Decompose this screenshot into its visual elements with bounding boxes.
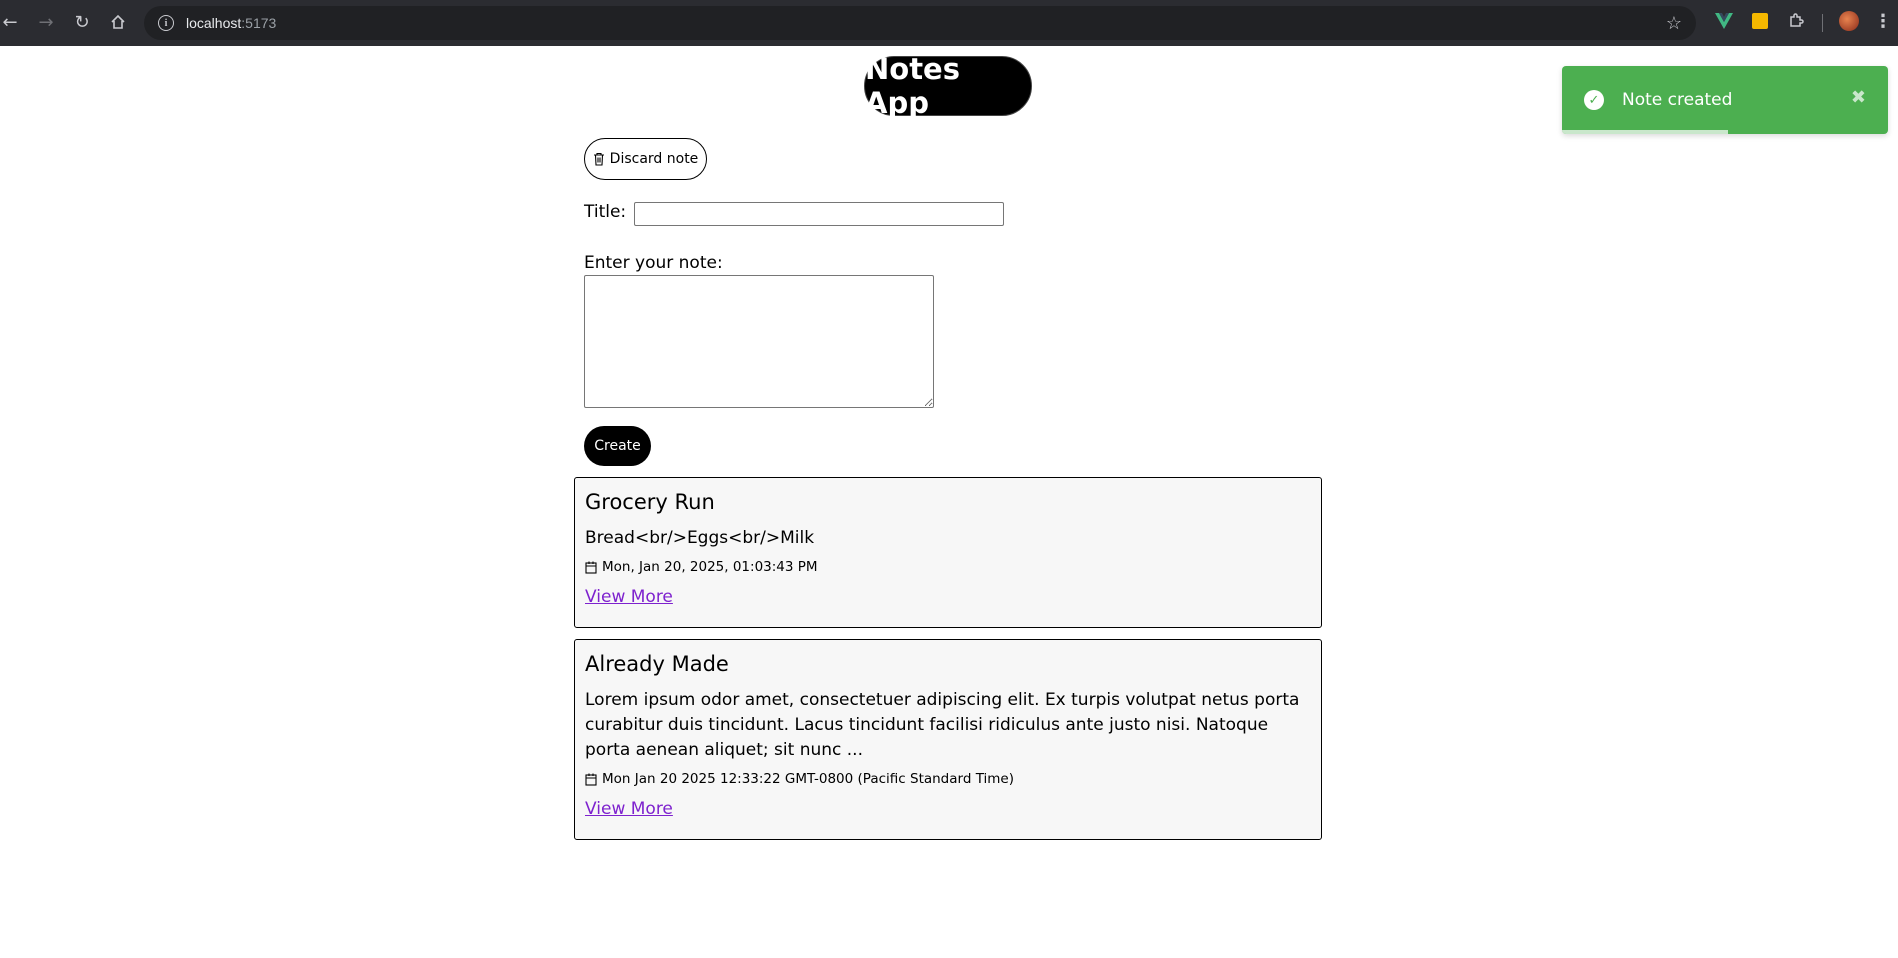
more-menu-icon[interactable]: ⋮	[1872, 10, 1894, 32]
back-icon[interactable]: ←	[0, 4, 28, 40]
note-date: Mon Jan 20 2025 12:33:22 GMT-0800 (Pacif…	[585, 771, 1311, 787]
page-title: Notes App	[864, 52, 1032, 120]
title-input[interactable]	[634, 202, 1004, 226]
view-more-link[interactable]: View More	[585, 799, 673, 819]
home-icon[interactable]	[100, 4, 136, 40]
extension-yellow-icon[interactable]	[1749, 10, 1771, 32]
note-title: Already Made	[585, 652, 729, 676]
note-date-text: Mon Jan 20 2025 12:33:22 GMT-0800 (Pacif…	[602, 771, 1015, 787]
url-host: localhost	[186, 15, 242, 31]
note-card: Grocery Run Bread<br/>Eggs<br/>Milk Mon,…	[574, 477, 1322, 628]
check-circle-icon: ✓	[1584, 90, 1604, 110]
forward-icon[interactable]: →	[28, 4, 64, 40]
discard-note-label: Discard note	[609, 151, 699, 167]
note-title: Grocery Run	[585, 490, 715, 514]
close-icon[interactable]: ✖	[1851, 87, 1866, 108]
note-card: Already Made Lorem ipsum odor amet, cons…	[574, 639, 1322, 840]
create-button[interactable]: Create	[584, 426, 651, 466]
note-label: Enter your note:	[584, 253, 723, 273]
toast-notification[interactable]: ✓ Note created ✖	[1562, 66, 1888, 134]
note-date-text: Mon, Jan 20, 2025, 01:03:43 PM	[602, 559, 818, 575]
toolbar-divider	[1822, 14, 1823, 32]
url-port: :5173	[241, 15, 277, 31]
extensions-puzzle-icon[interactable]	[1785, 10, 1807, 32]
toast-message: Note created	[1622, 90, 1733, 110]
view-more-link[interactable]: View More	[585, 587, 673, 607]
calendar-icon	[585, 561, 597, 574]
note-date: Mon, Jan 20, 2025, 01:03:43 PM	[585, 559, 1311, 575]
trash-icon	[593, 152, 604, 166]
site-info-icon[interactable]: i	[158, 15, 174, 31]
profile-avatar-icon[interactable]	[1838, 10, 1860, 32]
note-body: Bread<br/>Eggs<br/>Milk	[585, 528, 815, 548]
reload-icon[interactable]: ↻	[64, 4, 100, 40]
vue-devtools-icon[interactable]	[1713, 10, 1735, 32]
toast-progress-bar	[1562, 130, 1729, 134]
note-textarea[interactable]	[584, 275, 934, 408]
discard-note-button[interactable]: Discard note	[584, 138, 707, 180]
note-body: Lorem ipsum odor amet, consectetuer adip…	[585, 690, 1300, 760]
browser-toolbar: ← → ↻ i localhost:5173 ☆ ⋮	[0, 0, 1898, 46]
address-bar[interactable]: i localhost:5173 ☆	[144, 6, 1696, 40]
title-label: Title:	[584, 202, 627, 222]
calendar-icon	[585, 773, 597, 786]
bookmark-star-icon[interactable]: ☆	[1666, 13, 1682, 34]
